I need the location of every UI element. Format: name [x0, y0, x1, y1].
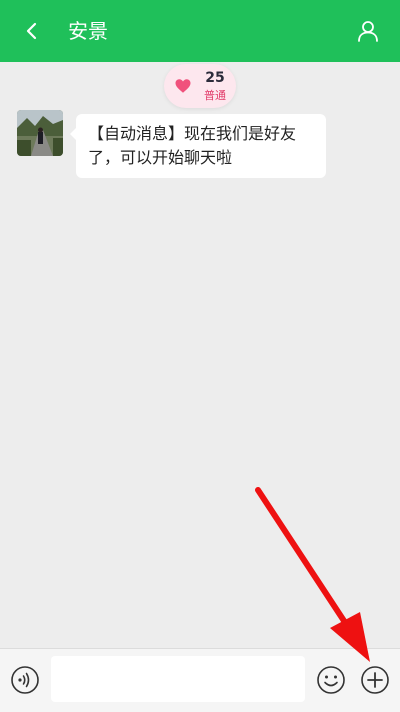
intimacy-score: 25 [205, 70, 225, 86]
message-text-line2: 了，可以开始聊天啦 [88, 148, 233, 167]
emoji-button[interactable] [316, 665, 346, 695]
chat-header: 安景 [0, 0, 400, 62]
person-icon [358, 21, 378, 42]
heart-icon [175, 79, 191, 93]
emoji-icon [317, 666, 345, 694]
message-text-line1: 【自动消息】现在我们是好友 [88, 124, 297, 143]
intimacy-badge[interactable]: 25 普通 [164, 64, 236, 108]
message-bubble[interactable]: 【自动消息】现在我们是好友 了，可以开始聊天啦 [70, 114, 326, 178]
voice-icon [11, 666, 39, 694]
intimacy-level: 普通 [204, 89, 226, 102]
back-button[interactable] [14, 13, 50, 49]
plus-button[interactable] [360, 665, 390, 695]
message-input[interactable] [51, 656, 305, 702]
avatar[interactable] [17, 110, 63, 156]
input-bar [0, 648, 400, 712]
chat-title: 安景 [68, 19, 108, 43]
back-arrow-icon [26, 22, 37, 40]
plus-icon [361, 666, 389, 694]
voice-button[interactable] [10, 665, 40, 695]
profile-button[interactable] [350, 13, 386, 49]
avatar-photo [17, 110, 63, 156]
